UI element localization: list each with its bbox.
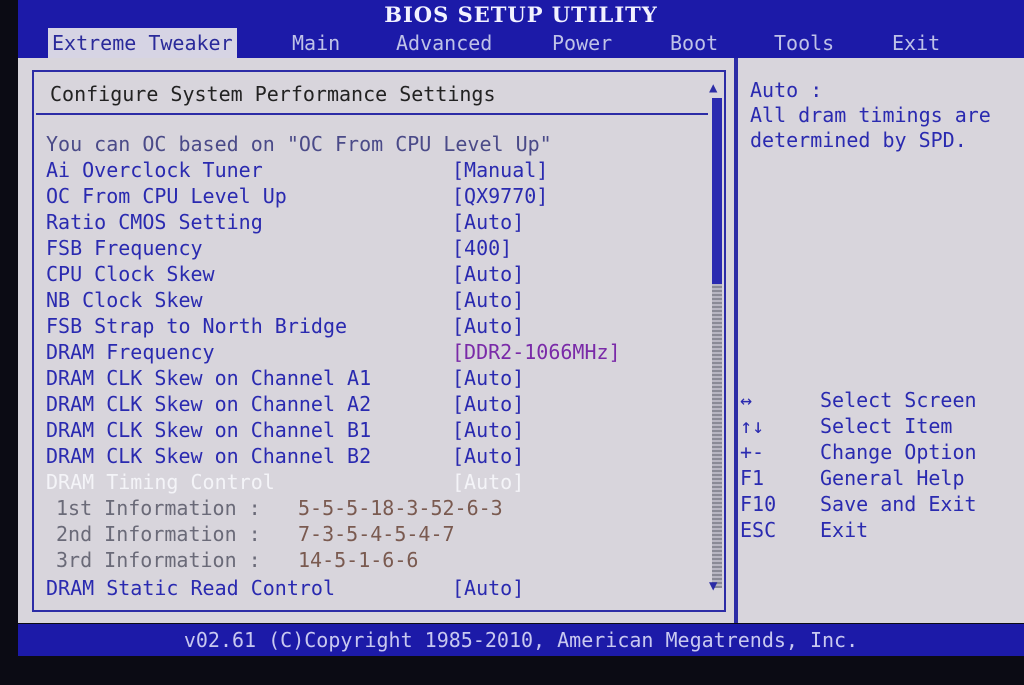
setting-dram-timing-control[interactable]: DRAM Timing Control [Auto] — [46, 470, 524, 494]
setting-value[interactable]: [Auto] — [452, 288, 524, 312]
key-f1: F1 — [740, 466, 765, 490]
info-value: 14-5-1-6-6 — [298, 548, 419, 572]
copyright-footer: v02.61 (C)Copyright 1985-2010, American … — [18, 624, 1024, 656]
info-label: 3rd Information : — [56, 548, 261, 572]
key-action: General Help — [820, 466, 965, 490]
key-esc: ESC — [740, 518, 777, 542]
info-value: 5-5-5-18-3-52-6-3 — [298, 496, 503, 520]
setting-dram-static-read-control[interactable]: DRAM Static Read Control [Auto] — [46, 576, 524, 600]
setting-value[interactable]: [Auto] — [452, 418, 524, 442]
setting-label: DRAM Frequency — [46, 340, 215, 364]
menu-tools[interactable]: Tools — [770, 28, 838, 58]
left-right-arrow-icon: ↔ — [740, 388, 753, 412]
setting-label: OC From CPU Level Up — [46, 184, 287, 208]
info-label: 1st Information : — [56, 496, 261, 520]
scroll-up-arrow-icon[interactable]: ▲ — [709, 80, 717, 96]
key-action: Save and Exit — [820, 492, 977, 516]
setting-value[interactable]: [Auto] — [452, 314, 524, 338]
setting-label: Ai Overclock Tuner — [46, 158, 263, 182]
setting-label: FSB Strap to North Bridge — [46, 314, 348, 338]
setting-label: FSB Frequency — [46, 236, 203, 260]
menu-bar: Extreme Tweaker Main Advanced Power Boot… — [18, 28, 1024, 58]
setting-oc-from-cpu-level-up[interactable]: OC From CPU Level Up [QX9770] — [46, 184, 548, 208]
setting-fsb-strap[interactable]: FSB Strap to North Bridge [Auto] — [46, 314, 524, 338]
setting-value[interactable]: [DDR2-1066MHz] — [452, 340, 621, 364]
key-f10: F10 — [740, 492, 777, 516]
menu-boot[interactable]: Boot — [666, 28, 722, 58]
setting-dram-clk-skew-b1[interactable]: DRAM CLK Skew on Channel B1 [Auto] — [46, 418, 524, 442]
oc-note-text: You can OC based on "OC From CPU Level U… — [46, 132, 552, 156]
key-hint-exit: ESC Exit — [740, 518, 868, 542]
setting-value[interactable]: [QX9770] — [452, 184, 548, 208]
setting-value[interactable]: [Auto] — [452, 444, 524, 468]
info-label: 2nd Information : — [56, 522, 261, 546]
info-3rd: 3rd Information : 14-5-1-6-6 — [56, 548, 418, 572]
key-action: Change Option — [820, 440, 977, 464]
setting-ai-overclock-tuner[interactable]: Ai Overclock Tuner [Manual] — [46, 158, 548, 182]
key-hint-select-item: ↑↓ Select Item — [740, 414, 952, 438]
info-value: 7-3-5-4-5-4-7 — [298, 522, 455, 546]
setting-label: DRAM Static Read Control — [46, 576, 335, 600]
key-hint-change-option: +- Change Option — [740, 440, 977, 464]
setting-value[interactable]: [Auto] — [452, 470, 524, 494]
bios-screen: BIOS SETUP UTILITY Extreme Tweaker Main … — [0, 0, 1024, 685]
menu-advanced[interactable]: Advanced — [392, 28, 496, 58]
title-divider — [36, 113, 708, 115]
oc-note: You can OC based on "OC From CPU Level U… — [46, 132, 552, 156]
setting-cpu-clock-skew[interactable]: CPU Clock Skew [Auto] — [46, 262, 524, 286]
setting-label: DRAM CLK Skew on Channel B1 — [46, 418, 372, 442]
setting-value[interactable]: [Auto] — [452, 210, 524, 234]
setting-dram-clk-skew-a1[interactable]: DRAM CLK Skew on Channel A1 [Auto] — [46, 366, 524, 390]
setting-value[interactable]: [Auto] — [452, 366, 524, 390]
key-action: Select Screen — [820, 388, 977, 412]
setting-dram-clk-skew-a2[interactable]: DRAM CLK Skew on Channel A2 [Auto] — [46, 392, 524, 416]
setting-value[interactable]: [400] — [452, 236, 512, 260]
setting-label: DRAM CLK Skew on Channel A1 — [46, 366, 372, 390]
setting-value[interactable]: [Manual] — [452, 158, 548, 182]
setting-label: CPU Clock Skew — [46, 262, 215, 286]
main-panel: Configure System Performance Settings Yo… — [18, 58, 1024, 623]
menu-main[interactable]: Main — [288, 28, 344, 58]
setting-ratio-cmos[interactable]: Ratio CMOS Setting [Auto] — [46, 210, 524, 234]
setting-label: DRAM CLK Skew on Channel A2 — [46, 392, 372, 416]
key-plus-minus: +- — [740, 440, 765, 464]
setting-value[interactable]: [Auto] — [452, 576, 524, 600]
section-title: Configure System Performance Settings — [50, 82, 496, 106]
key-hint-save-exit: F10 Save and Exit — [740, 492, 977, 516]
bios-title: BIOS SETUP UTILITY — [18, 0, 1024, 28]
menu-exit[interactable]: Exit — [888, 28, 944, 58]
scrollbar-thumb[interactable] — [712, 98, 722, 284]
key-action: Select Item — [820, 414, 953, 438]
menu-power[interactable]: Power — [548, 28, 616, 58]
setting-value[interactable]: [Auto] — [452, 392, 524, 416]
up-down-arrow-icon: ↑↓ — [740, 414, 765, 438]
setting-dram-frequency[interactable]: DRAM Frequency [DDR2-1066MHz] — [46, 340, 621, 364]
key-action: Exit — [820, 518, 869, 542]
info-1st: 1st Information : 5-5-5-18-3-52-6-3 — [56, 496, 503, 520]
setting-fsb-frequency[interactable]: FSB Frequency [400] — [46, 236, 512, 260]
setting-label: NB Clock Skew — [46, 288, 203, 312]
menu-extreme-tweaker[interactable]: Extreme Tweaker — [48, 28, 237, 58]
key-hint-general-help: F1 General Help — [740, 466, 965, 490]
scroll-down-arrow-icon[interactable]: ▼ — [709, 578, 717, 594]
setting-value[interactable]: [Auto] — [452, 262, 524, 286]
setting-nb-clock-skew[interactable]: NB Clock Skew [Auto] — [46, 288, 524, 312]
setting-label: DRAM Timing Control — [46, 470, 275, 494]
setting-label: Ratio CMOS Setting — [46, 210, 263, 234]
setting-dram-clk-skew-b2[interactable]: DRAM CLK Skew on Channel B2 [Auto] — [46, 444, 524, 468]
info-2nd: 2nd Information : 7-3-5-4-5-4-7 — [56, 522, 455, 546]
key-hint-select-screen: ↔ Select Screen — [740, 388, 977, 412]
panel-divider — [734, 58, 738, 623]
help-description: Auto : All dram timings are determined b… — [750, 78, 991, 152]
setting-label: DRAM CLK Skew on Channel B2 — [46, 444, 372, 468]
